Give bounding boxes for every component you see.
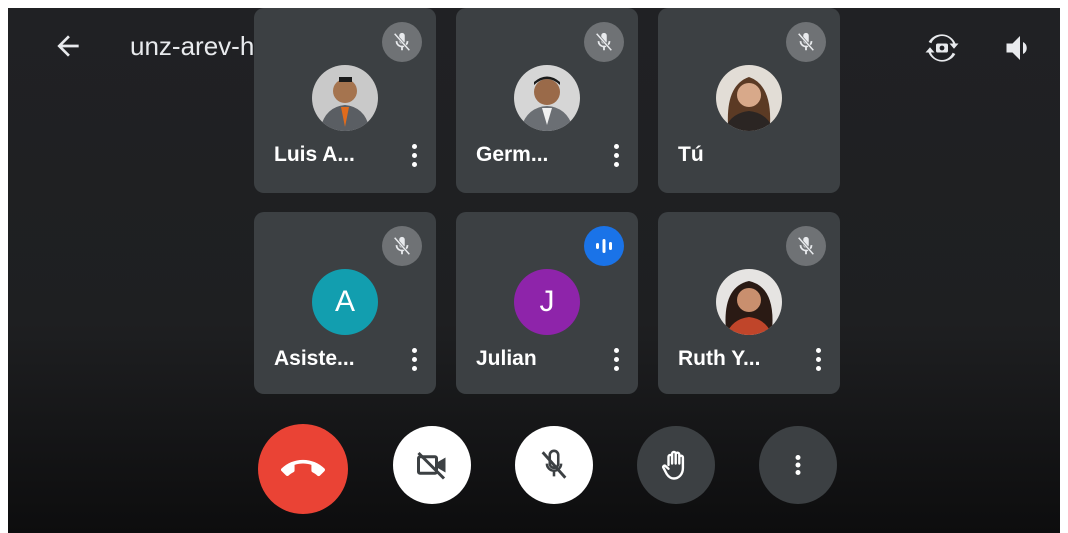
raise-hand-button[interactable] (637, 426, 715, 504)
camera-toggle-button[interactable] (393, 426, 471, 504)
participant-tile[interactable]: Germ... (456, 8, 638, 193)
participant-name: Luis A... (274, 143, 355, 166)
avatar (716, 65, 782, 131)
more-vert-icon[interactable] (806, 342, 830, 376)
microphone-toggle-button[interactable] (515, 426, 593, 504)
more-vert-icon[interactable] (402, 342, 426, 376)
audio-wave-icon (584, 226, 624, 266)
videocam-off-icon (417, 451, 446, 480)
audio-output-button[interactable] (1002, 30, 1038, 66)
participant-tile[interactable]: J Julian (456, 212, 638, 394)
avatar: J (514, 269, 580, 335)
participant-tile[interactable]: Ruth Y... (658, 212, 840, 394)
mic-off-icon (382, 226, 422, 266)
mic-off-icon (382, 22, 422, 62)
mic-off-icon (786, 226, 826, 266)
avatar (312, 65, 378, 131)
speaker-icon (1006, 36, 1027, 60)
participant-tile[interactable]: A Asiste... (254, 212, 436, 394)
camera-switch-icon (925, 34, 959, 62)
participant-name: Ruth Y... (678, 347, 761, 370)
avatar (716, 269, 782, 335)
participant-tile[interactable]: Luis A... (254, 8, 436, 193)
participant-name: Asiste... (274, 347, 355, 370)
more-vert-icon[interactable] (604, 138, 628, 172)
avatar: A (312, 269, 378, 335)
mic-off-icon (786, 22, 826, 62)
participant-name: Germ... (476, 143, 549, 166)
mic-off-icon (584, 22, 624, 62)
more-vert-icon (795, 455, 801, 475)
end-call-button[interactable] (258, 424, 348, 514)
arrow-left-icon (57, 35, 79, 57)
call-end-icon (281, 459, 325, 477)
more-vert-icon[interactable] (604, 342, 628, 376)
participant-name: Julian (476, 347, 537, 370)
meeting-screen: unz-arev-hsm Luis A... Germ... Tú A Asis… (8, 8, 1060, 533)
mic-off-icon (541, 449, 567, 479)
switch-camera-button[interactable] (924, 30, 960, 66)
avatar (514, 65, 580, 131)
back-button[interactable] (52, 30, 84, 62)
hand-icon (662, 450, 685, 480)
more-options-button[interactable] (759, 426, 837, 504)
participant-name: Tú (678, 143, 704, 166)
more-vert-icon[interactable] (402, 138, 426, 172)
participant-tile[interactable]: Tú (658, 8, 840, 193)
